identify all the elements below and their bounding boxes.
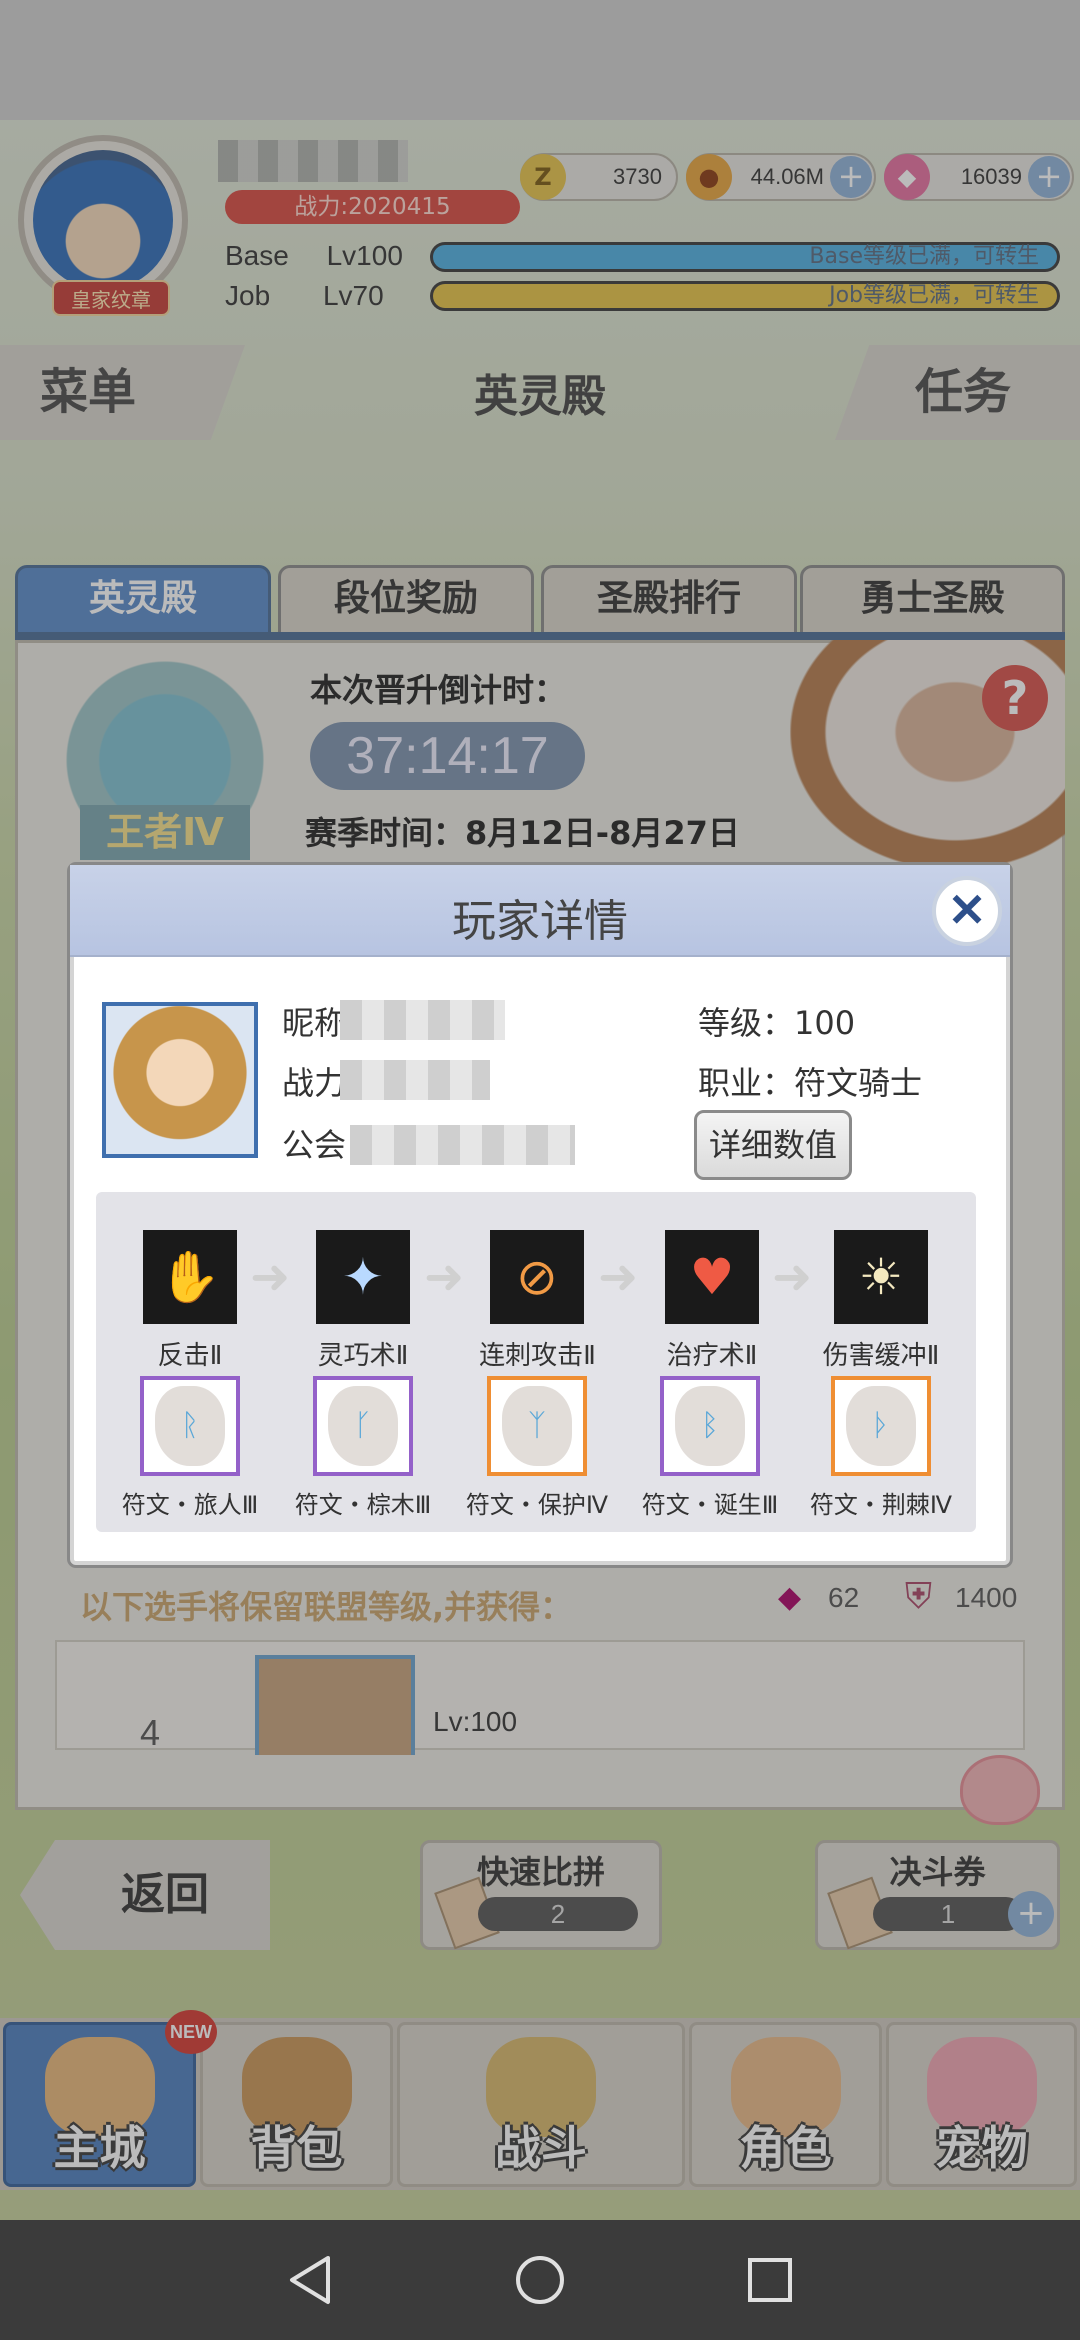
rune-slot[interactable]: ᚴ xyxy=(313,1376,413,1476)
damage-buffer-icon[interactable]: ☀ xyxy=(834,1230,928,1324)
skill-name: 灵巧术Ⅱ xyxy=(317,1341,409,1371)
arrow-right-icon: ➜ xyxy=(424,1249,465,1305)
rune-stone-icon: ᚴ xyxy=(328,1386,398,1466)
player-detail-avatar xyxy=(102,1002,258,1158)
skill-name: 治疗术Ⅱ xyxy=(666,1341,758,1371)
job-label: 职业： xyxy=(698,1064,795,1102)
rune-stone-icon: ᚦ xyxy=(846,1386,916,1466)
rune-name: 符文・诞生Ⅲ xyxy=(641,1491,779,1519)
close-icon[interactable]: ✕ xyxy=(932,876,1002,946)
arrow-right-icon: ➜ xyxy=(772,1249,813,1305)
arrow-right-icon: ➜ xyxy=(250,1249,291,1305)
skill-name: 反击Ⅱ xyxy=(157,1341,223,1371)
level-value: 100 xyxy=(794,1004,856,1042)
arrow-right-icon: ➜ xyxy=(598,1249,639,1305)
agility-icon[interactable]: ✦ xyxy=(316,1230,410,1324)
recents-square-icon[interactable] xyxy=(740,2250,800,2310)
level-field: 等级：100 xyxy=(698,998,855,1044)
rune-slot[interactable]: ᛒ xyxy=(660,1376,760,1476)
job-field: 职业：符文骑士 xyxy=(698,1058,922,1104)
rune-slot[interactable]: ᚦ xyxy=(831,1376,931,1476)
rune-name: 符文・旅人Ⅲ xyxy=(121,1491,259,1519)
power-label: 战力 xyxy=(282,1064,347,1102)
job-value: 符文骑士 xyxy=(794,1064,923,1102)
pierce-attack-icon[interactable]: ⊘ xyxy=(490,1230,584,1324)
nickname-label: 昵称 xyxy=(282,1004,347,1042)
rune-stone-icon: ᛒ xyxy=(675,1386,745,1466)
rune-name: 符文・荆棘Ⅳ xyxy=(809,1491,953,1519)
guild-blurred xyxy=(350,1125,575,1165)
dialog-title: 玩家详情 xyxy=(452,896,628,947)
skill-name: 连刺攻击Ⅱ xyxy=(479,1341,596,1371)
heal-icon[interactable]: ♥ xyxy=(665,1230,759,1324)
back-triangle-icon[interactable] xyxy=(280,2250,340,2310)
detail-stats-button[interactable]: 详细数值 xyxy=(694,1110,852,1180)
rune-slot[interactable]: ᛉ xyxy=(487,1376,587,1476)
nickname-blurred xyxy=(340,1000,505,1040)
rune-stone-icon: ᛉ xyxy=(502,1386,572,1466)
rune-name: 符文・保护Ⅳ xyxy=(465,1491,609,1519)
counter-attack-icon[interactable]: ✋ xyxy=(143,1230,237,1324)
rune-slot[interactable]: ᚱ xyxy=(140,1376,240,1476)
rune-stone-icon: ᚱ xyxy=(155,1386,225,1466)
rune-name: 符文・棕木Ⅲ xyxy=(294,1491,432,1519)
home-circle-icon[interactable] xyxy=(510,2250,570,2310)
level-label: 等级： xyxy=(698,1004,795,1042)
skill-name: 伤害缓冲Ⅱ xyxy=(822,1341,940,1371)
power-blurred xyxy=(340,1060,490,1100)
guild-label: 公会 xyxy=(282,1126,347,1164)
